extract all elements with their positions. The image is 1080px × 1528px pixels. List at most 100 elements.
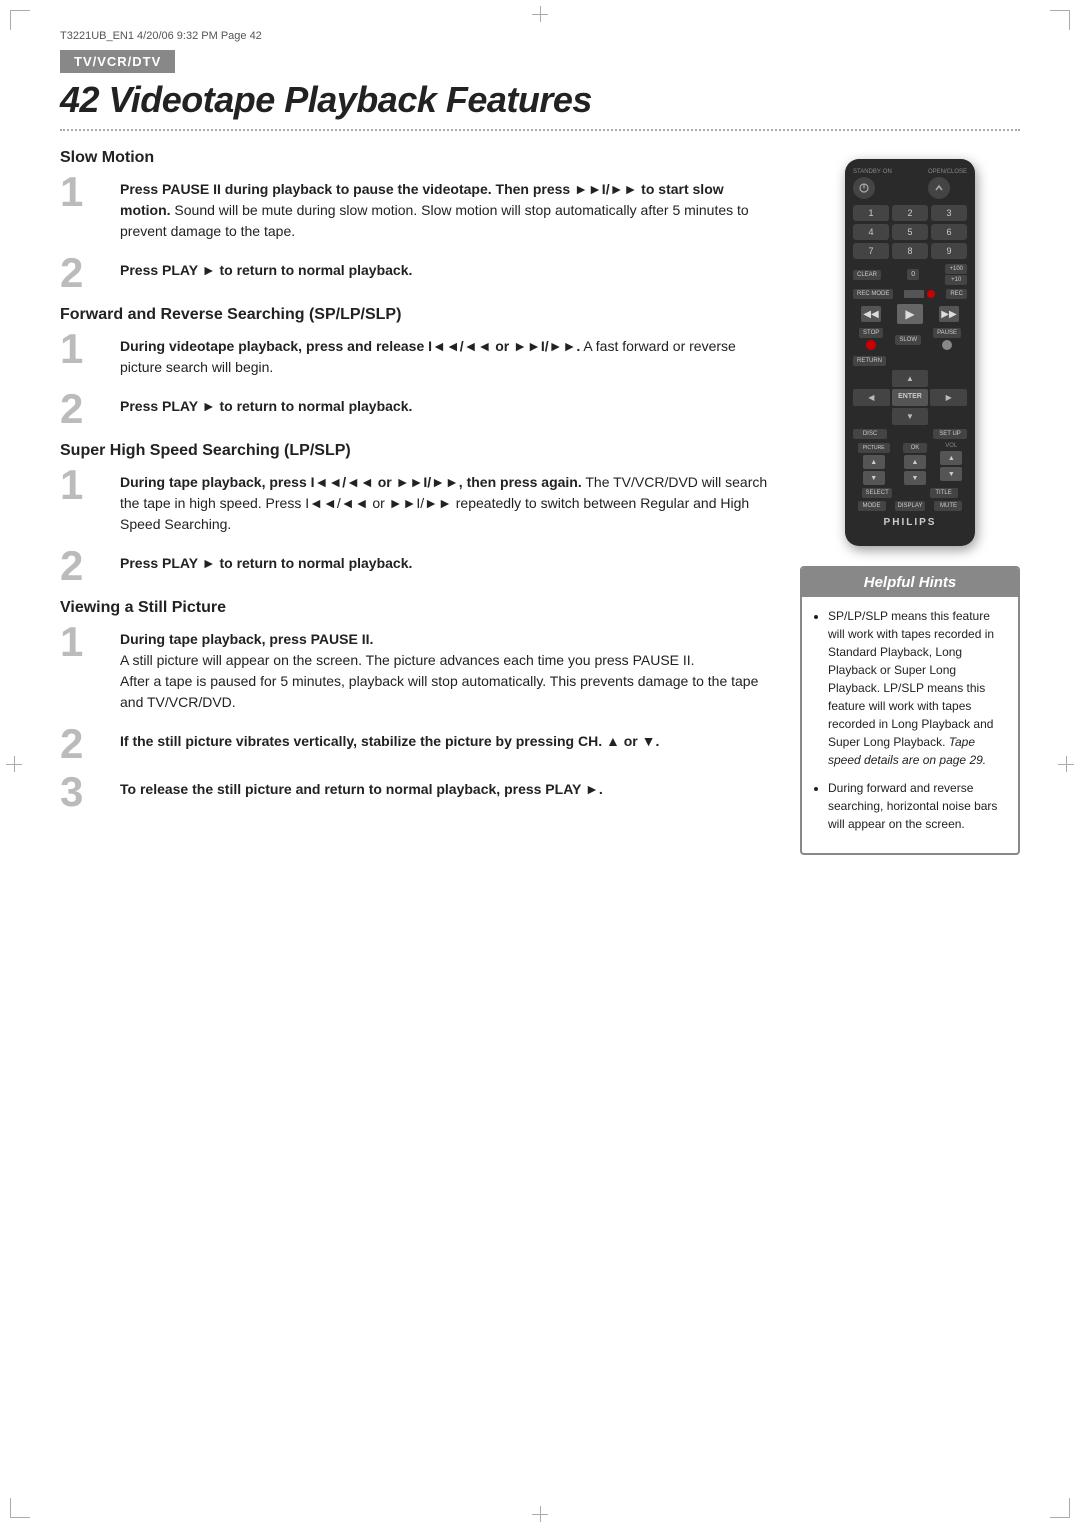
rec-dot <box>927 290 935 298</box>
shs-step-1-text: During tape playback, press I◄◄/◄◄ or ►►… <box>120 472 770 535</box>
dotted-separator <box>60 129 1020 131</box>
still-picture-section: Viewing a Still Picture 1 During tape pl… <box>60 599 770 813</box>
btn-9[interactable]: 9 <box>931 243 967 259</box>
power-button[interactable] <box>853 177 875 199</box>
remote-top-row: STANDBY·ON OPEN/CLOSE <box>853 169 967 199</box>
still-step-number-3: 3 <box>60 771 110 813</box>
corner-mark-br <box>1050 1498 1070 1518</box>
plus10-button[interactable]: +10 <box>945 275 967 285</box>
stop-dot <box>866 340 876 350</box>
forward-reverse-section: Forward and Reverse Searching (SP/LP/SLP… <box>60 306 770 430</box>
still-step-number-1: 1 <box>60 621 110 663</box>
rec-button[interactable]: REC <box>946 289 967 299</box>
still-step-3: 3 To release the still picture and retur… <box>60 777 770 813</box>
vol-group: VOL ▲ ▼ <box>940 443 962 485</box>
btn-6[interactable]: 6 <box>931 224 967 240</box>
forward-reverse-heading: Forward and Reverse Searching (SP/LP/SLP… <box>60 306 770 324</box>
still-picture-heading: Viewing a Still Picture <box>60 599 770 617</box>
slow-motion-heading: Slow Motion <box>60 149 770 167</box>
helpful-hints-title: Helpful Hints <box>802 568 1018 597</box>
ff-button[interactable]: ▶▶ <box>939 306 959 322</box>
dpad-enter[interactable]: ENTER <box>892 389 929 406</box>
ch-up[interactable]: ▲ <box>904 455 926 469</box>
rec-indicator <box>904 290 924 298</box>
rew-button[interactable]: ◀◀ <box>861 306 881 322</box>
shs-step-1: 1 During tape playback, press I◄◄/◄◄ or … <box>60 470 770 539</box>
select-button[interactable]: SELECT <box>862 488 891 498</box>
fwd-step-content-2: Press PLAY ► to return to normal playbac… <box>120 394 770 421</box>
select-row: SELECT TITLE <box>853 488 967 498</box>
dpad-left[interactable]: ◀ <box>853 389 890 406</box>
dpad-up[interactable]: ▲ <box>892 370 929 387</box>
picture-down[interactable]: ▼ <box>863 471 885 485</box>
forward-reverse-step-1: 1 During videotape playback, press and r… <box>60 334 770 382</box>
step-number-2: 2 <box>60 252 110 294</box>
still-step-3-text: To release the still picture and return … <box>120 779 770 800</box>
rec-mode-button[interactable]: REC MODE <box>853 289 893 299</box>
play-button[interactable]: ▶ <box>897 304 923 324</box>
btn-2[interactable]: 2 <box>892 205 928 221</box>
stop-slow-pause-row: STOP SLOW PAUSE <box>853 328 967 351</box>
page-container: T3221UB_EN1 4/20/06 9:32 PM Page 42 TV/V… <box>0 0 1080 1528</box>
crosshair-top <box>532 6 548 22</box>
mode-button[interactable]: MODE <box>858 501 886 511</box>
disc-button[interactable]: DISC <box>853 429 887 439</box>
vol-up[interactable]: ▲ <box>940 451 962 465</box>
still-step-content-1: During tape playback, press PAUSE II.A s… <box>120 627 770 717</box>
still-step-1-text: During tape playback, press PAUSE II.A s… <box>120 629 770 713</box>
open-close-label: OPEN/CLOSE <box>928 169 967 175</box>
display-button[interactable]: DISPLAY <box>895 501 926 511</box>
step-2-text: Press PLAY ► to return to normal playbac… <box>120 260 770 281</box>
picture-button[interactable]: PICTURE <box>858 443 890 453</box>
title-button[interactable]: TITLE <box>930 488 958 498</box>
corner-mark-tl <box>10 10 30 30</box>
mute-button[interactable]: MUTE <box>934 501 962 511</box>
slow-button[interactable]: SLOW <box>895 335 921 345</box>
tv-vcr-dtv-badge: TV/VCR/DTV <box>60 50 175 73</box>
helpful-hints-box: Helpful Hints SP/LP/SLP means this featu… <box>800 566 1020 855</box>
dpad-empty-bl <box>853 408 890 425</box>
page-header: T3221UB_EN1 4/20/06 9:32 PM Page 42 <box>60 30 1020 42</box>
clear-button[interactable]: CLEAR <box>853 270 881 280</box>
remote-wrapper: STANDBY·ON OPEN/CLOSE <box>800 159 1020 546</box>
shs-step-2: 2 Press PLAY ► to return to normal playb… <box>60 551 770 587</box>
return-button[interactable]: RETURN <box>853 356 886 366</box>
ch-group: OK ▲ ▼ <box>903 443 927 485</box>
open-close-button[interactable] <box>928 177 950 199</box>
fwd-step-number-1: 1 <box>60 328 110 370</box>
fwd-step-content-1: During videotape playback, press and rel… <box>120 334 770 382</box>
plus100-button[interactable]: +100 <box>945 264 967 274</box>
helpful-hints-body: SP/LP/SLP means this feature will work w… <box>802 597 1018 853</box>
btn-0[interactable]: 0 <box>907 269 919 280</box>
vol-down[interactable]: ▼ <box>940 467 962 481</box>
left-column: Slow Motion 1 Press PAUSE II during play… <box>60 149 770 855</box>
philips-logo: PHILIPS <box>853 517 967 528</box>
helpful-hints-list: SP/LP/SLP means this feature will work w… <box>814 607 1006 833</box>
slow-motion-step-2: 2 Press PLAY ► to return to normal playb… <box>60 258 770 294</box>
picture-ch-vol-row: PICTURE ▲ ▼ OK ▲ ▼ VOL ▲ ▼ <box>853 443 967 485</box>
setup-button[interactable]: SET UP <box>933 429 967 439</box>
return-row: RETURN <box>853 356 967 366</box>
picture-up[interactable]: ▲ <box>863 455 885 469</box>
fwd-step-1-text: During videotape playback, press and rel… <box>120 336 770 378</box>
btn-8[interactable]: 8 <box>892 243 928 259</box>
pause-button[interactable]: PAUSE <box>933 328 961 338</box>
corner-mark-bl <box>10 1498 30 1518</box>
ok-button[interactable]: OK <box>903 443 927 453</box>
file-info: T3221UB_EN1 4/20/06 9:32 PM Page 42 <box>60 30 262 42</box>
helpful-hint-1: SP/LP/SLP means this feature will work w… <box>828 607 1006 769</box>
btn-1[interactable]: 1 <box>853 205 889 221</box>
btn-3[interactable]: 3 <box>931 205 967 221</box>
stop-button[interactable]: STOP <box>859 328 883 338</box>
number-grid: 1 2 3 4 5 6 7 8 9 <box>853 205 967 259</box>
dpad-down[interactable]: ▼ <box>892 408 929 425</box>
dpad-right[interactable]: ▶ <box>930 389 967 406</box>
dpad-empty-tr <box>930 370 967 387</box>
ch-down[interactable]: ▼ <box>904 471 926 485</box>
btn-4[interactable]: 4 <box>853 224 889 240</box>
main-layout: Slow Motion 1 Press PAUSE II during play… <box>60 149 1020 855</box>
standby-label: STANDBY·ON <box>853 169 892 175</box>
picture-group: PICTURE ▲ ▼ <box>858 443 890 485</box>
btn-7[interactable]: 7 <box>853 243 889 259</box>
btn-5[interactable]: 5 <box>892 224 928 240</box>
